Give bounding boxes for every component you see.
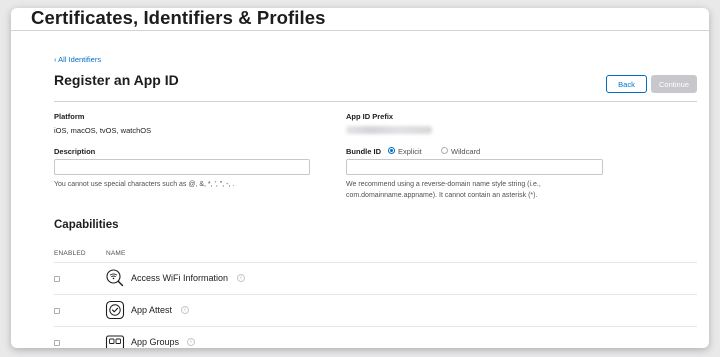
bundle-id-hint-line2: com.domainname.appname). It cannot conta… xyxy=(346,192,538,199)
column-header-name: NAME xyxy=(106,250,126,257)
info-icon[interactable]: i xyxy=(181,306,189,314)
app-attest-icon xyxy=(105,300,125,320)
page-header: Certificates, Identifiers & Profiles xyxy=(11,8,709,31)
app-groups-icon xyxy=(105,335,125,348)
row-divider xyxy=(54,326,697,327)
app-attest-checkbox[interactable] xyxy=(54,308,60,314)
description-label: Description xyxy=(54,147,96,156)
description-input[interactable] xyxy=(54,159,310,175)
app-groups-checkbox[interactable] xyxy=(54,340,60,346)
platform-label: Platform xyxy=(54,112,85,121)
wildcard-radio-label: Wildcard xyxy=(451,147,481,156)
bundle-id-input[interactable] xyxy=(346,159,603,175)
back-button[interactable]: Back xyxy=(606,75,647,93)
bundle-id-hint-line1: We recommend using a reverse-domain name… xyxy=(346,181,541,188)
access-wifi-checkbox[interactable] xyxy=(54,276,60,282)
row-divider xyxy=(54,294,697,295)
page-title: Register an App ID xyxy=(54,72,179,88)
app-id-prefix-value-redacted xyxy=(346,126,432,134)
explicit-radio[interactable] xyxy=(388,147,395,154)
page-heading: Certificates, Identifiers & Profiles xyxy=(31,8,326,28)
continue-button[interactable]: Continue xyxy=(651,75,697,93)
row-divider xyxy=(54,262,697,263)
app-id-prefix-label: App ID Prefix xyxy=(346,112,394,121)
divider xyxy=(54,101,697,102)
explicit-radio-label: Explicit xyxy=(398,147,422,156)
wildcard-radio[interactable] xyxy=(441,147,448,154)
bundle-id-label: Bundle ID xyxy=(346,147,381,156)
column-header-enabled: ENABLED xyxy=(54,250,86,257)
info-icon[interactable]: i xyxy=(237,274,245,282)
capabilities-title: Capabilities xyxy=(54,219,119,231)
description-hint: You cannot use special characters such a… xyxy=(54,181,235,188)
all-identifiers-link[interactable]: ‹ All Identifiers xyxy=(54,55,101,64)
capability-name: Access WiFi Information xyxy=(131,273,229,283)
capability-name: App Groups xyxy=(131,337,180,347)
wifi-search-icon xyxy=(106,269,124,287)
platform-value: iOS, macOS, tvOS, watchOS xyxy=(54,126,152,135)
browser-window: Certificates, Identifiers & Profiles ‹ A… xyxy=(11,8,709,348)
info-icon[interactable]: i xyxy=(187,338,195,346)
capability-name: App Attest xyxy=(131,305,173,315)
